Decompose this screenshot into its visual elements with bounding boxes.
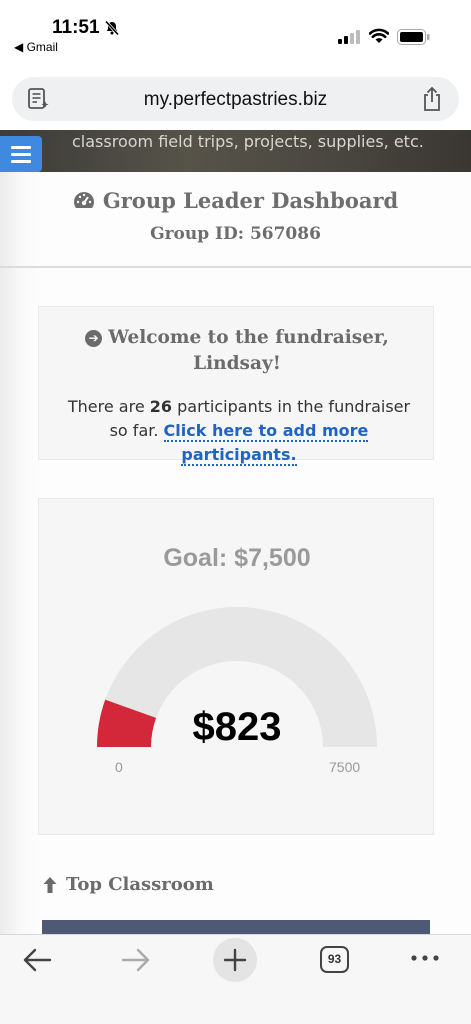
more-icon[interactable]: [410, 953, 440, 963]
url-text: my.perfectpastries.biz: [143, 89, 328, 110]
top-classroom-bar: [42, 920, 430, 934]
wifi-icon: [369, 28, 389, 43]
raised-amount: $823: [192, 705, 282, 749]
address-bar[interactable]: my.perfectpastries.biz: [12, 77, 459, 121]
menu-line: [11, 152, 31, 156]
back-to-gmail[interactable]: ◀ Gmail: [14, 40, 58, 54]
goal-card: Goal: $7,500 $823 0 7500: [38, 498, 434, 835]
status-bar: 11:51 ◀ Gmail: [0, 0, 471, 62]
page-title-text: Group Leader Dashboard: [102, 188, 399, 213]
participant-count: 26: [149, 397, 173, 416]
top-classroom-label: Top Classroom: [66, 874, 214, 895]
group-id: Group ID: 567086: [150, 223, 321, 244]
hamburger-menu-button[interactable]: [0, 136, 42, 172]
participants-text-before: There are: [67, 397, 150, 416]
signal-icon: [338, 30, 360, 44]
forward-arrow-icon[interactable]: [121, 947, 151, 973]
menu-line: [11, 159, 31, 163]
bell-muted-icon: [104, 20, 120, 36]
back-arrow-icon[interactable]: [22, 947, 52, 973]
status-time: 11:51: [52, 17, 100, 38]
welcome-title-line1: Welcome to the fundraiser,: [108, 327, 389, 348]
share-icon[interactable]: [421, 86, 443, 112]
divider: [0, 266, 471, 268]
tab-count-button[interactable]: 93: [320, 946, 349, 973]
welcome-title-line2: Lindsay!: [193, 353, 281, 374]
arrow-circle-right-icon: ➔: [85, 330, 103, 347]
battery-icon: [397, 29, 430, 45]
plus-icon: [223, 948, 247, 972]
dashboard-icon: [73, 191, 94, 208]
hero-text: classroom field trips, projects, supplie…: [72, 132, 424, 151]
browser-address-area: my.perfectpastries.biz: [0, 62, 471, 130]
participants-text: There are 26 participants in the fundrai…: [61, 395, 417, 467]
hero-banner: classroom field trips, projects, supplie…: [0, 130, 471, 172]
gauge-max-label: 7500: [329, 759, 361, 775]
page-title: Group Leader Dashboard: [73, 188, 398, 213]
welcome-title: ➔ Welcome to the fundraiser, Lindsay!: [39, 325, 435, 377]
menu-line: [11, 145, 31, 149]
new-tab-button[interactable]: [213, 938, 257, 982]
page-content: Group Leader Dashboard Group ID: 567086 …: [0, 172, 471, 934]
gauge-min-label: 0: [115, 759, 123, 775]
goal-title: Goal: $7,500: [163, 544, 311, 572]
welcome-card: ➔ Welcome to the fundraiser, Lindsay! The…: [38, 306, 435, 466]
browser-toolbar: 93: [0, 934, 471, 1024]
arrow-up-icon: [43, 876, 57, 893]
add-participants-link[interactable]: Click here to add more participants.: [163, 421, 369, 466]
dashboard-header: Group Leader Dashboard Group ID: 567086: [0, 188, 471, 244]
top-classroom-heading: Top Classroom: [42, 874, 214, 895]
